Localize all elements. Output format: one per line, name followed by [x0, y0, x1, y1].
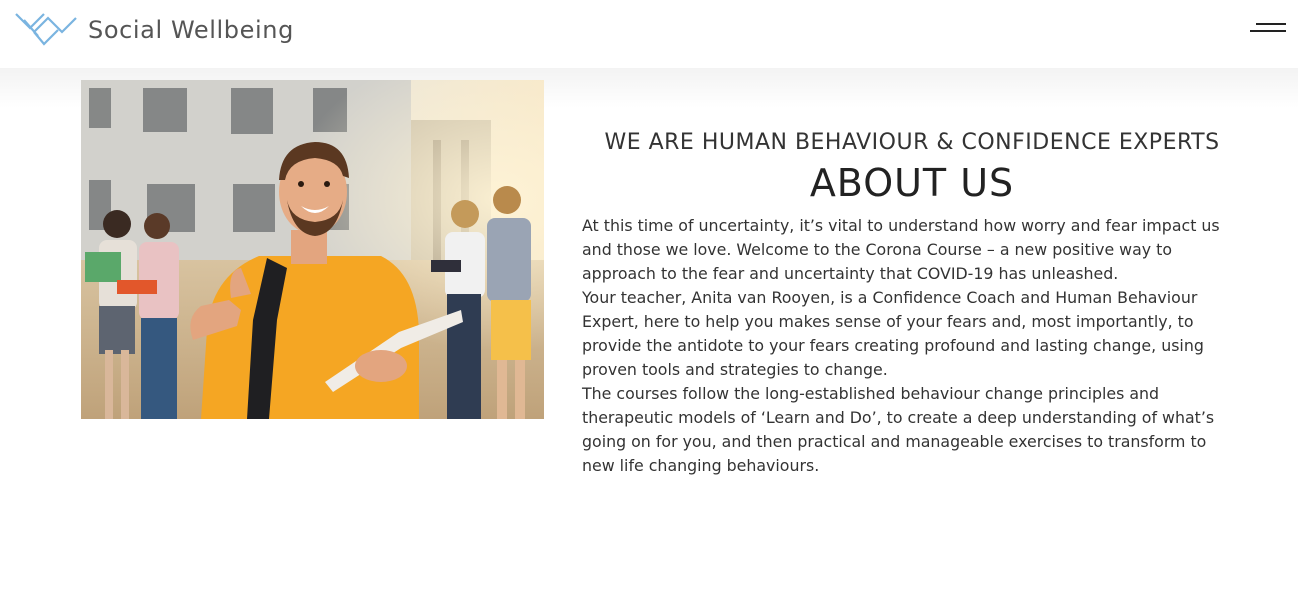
photo-illustration: [81, 80, 544, 419]
about-paragraph-3: The courses follow the long-established …: [582, 384, 1215, 475]
about-paragraph-2: Your teacher, Anita van Rooyen, is a Con…: [582, 288, 1204, 379]
hamburger-menu-icon[interactable]: [1248, 20, 1286, 42]
brand-name: Social Wellbeing: [88, 16, 294, 44]
about-section: WE ARE HUMAN BEHAVIOUR & CONFIDENCE EXPE…: [582, 128, 1242, 478]
menu-line-top: [1256, 23, 1286, 25]
site-header: Social Wellbeing: [0, 0, 1298, 62]
home-logo-link[interactable]: Social Wellbeing: [14, 10, 294, 50]
about-paragraph-1: At this time of uncertainty, it’s vital …: [582, 216, 1220, 283]
menu-line-bottom: [1250, 30, 1286, 32]
about-title: ABOUT US: [809, 161, 1015, 205]
about-eyebrow: WE ARE HUMAN BEHAVIOUR & CONFIDENCE EXPE…: [604, 130, 1220, 155]
hero-photo-student: [81, 80, 544, 419]
logo-icon: [15, 13, 77, 46]
